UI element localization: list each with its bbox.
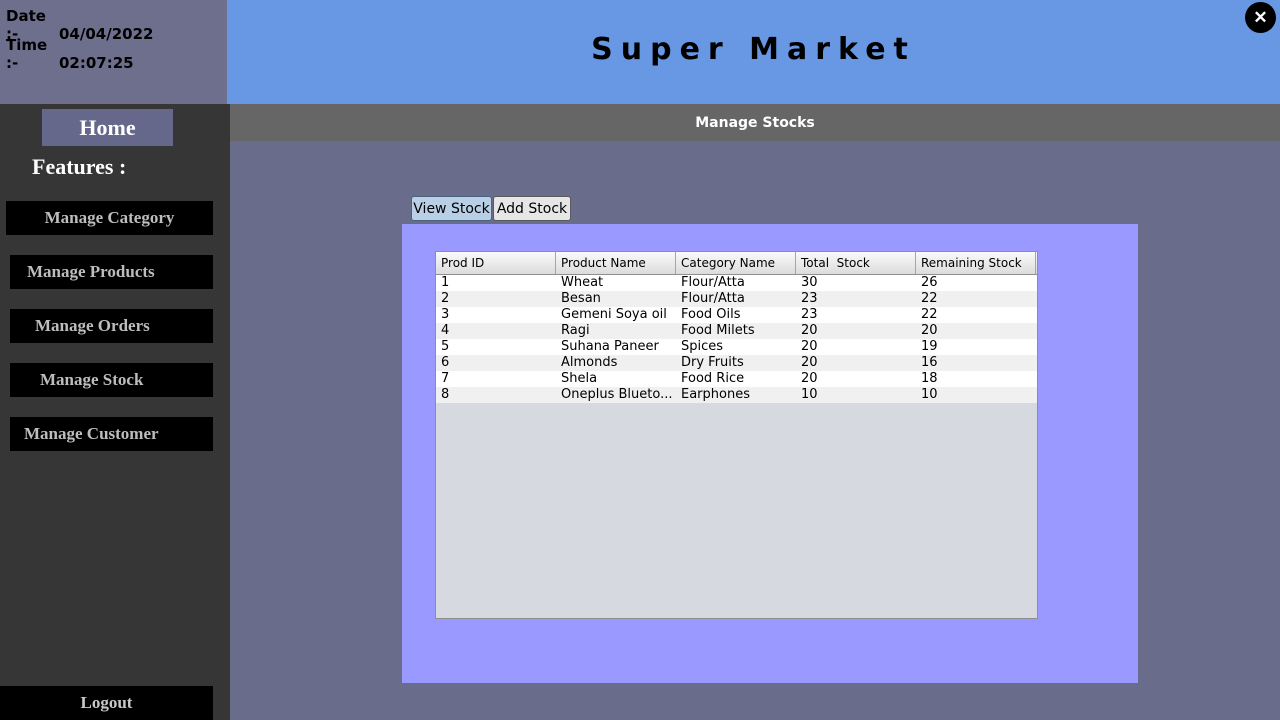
table-cell: 22 (921, 307, 938, 322)
table-cell: Flour/Atta (681, 291, 745, 306)
manage-orders-button[interactable]: Manage Orders (10, 309, 213, 343)
table-cell: Food Oils (681, 307, 741, 322)
table-cell: 30 (801, 275, 818, 290)
table-cell: 2 (441, 291, 450, 306)
column-header-category-name[interactable]: Category Name (676, 252, 796, 274)
app-title: Super Market (591, 32, 916, 67)
table-cell: Almonds (561, 355, 618, 370)
table-cell: 26 (921, 275, 938, 290)
table-row[interactable]: 1 Wheat Flour/Atta 30 26 (436, 275, 1037, 291)
tab-view-stock[interactable]: View Stock (411, 196, 492, 221)
time-value: 02:07:25 (59, 54, 134, 72)
table-cell: Gemeni Soya oil (561, 307, 667, 322)
home-button[interactable]: Home (42, 109, 173, 146)
table-cell: 20 (801, 339, 818, 354)
app-header: Super Market ✕ (227, 0, 1280, 104)
close-icon: ✕ (1253, 7, 1268, 27)
features-label: Features : (32, 154, 127, 179)
table-cell: Food Rice (681, 371, 745, 386)
table-cell: 1 (441, 275, 450, 290)
table-row[interactable]: 3 Gemeni Soya oil Food Oils 23 22 (436, 307, 1037, 323)
datetime-panel: Date :- 04/04/2022 Time :- 02:07:25 (0, 0, 227, 104)
table-cell: Suhana Paneer (561, 339, 659, 354)
column-header-product-name[interactable]: Product Name (556, 252, 676, 274)
table-row[interactable]: 6 Almonds Dry Fruits 20 16 (436, 355, 1037, 371)
logout-button[interactable]: Logout (0, 686, 213, 720)
table-header: Prod ID Product Name Category Name Total… (436, 252, 1037, 275)
sidebar: Home Features : Manage Category Manage P… (0, 104, 230, 720)
table-cell: 20 (921, 323, 938, 338)
column-header-remaining-stock[interactable]: Remaining Stock (916, 252, 1036, 274)
table-row[interactable]: 7 Shela Food Rice 20 18 (436, 371, 1037, 387)
table-cell: 8 (441, 387, 450, 402)
manage-stock-button[interactable]: Manage Stock (10, 363, 213, 397)
table-cell: 20 (801, 323, 818, 338)
table-cell: 20 (801, 355, 818, 370)
manage-customer-button[interactable]: Manage Customer (10, 417, 213, 451)
table-cell: Ragi (561, 323, 590, 338)
table-cell: 23 (801, 307, 818, 322)
close-button[interactable]: ✕ (1245, 2, 1276, 33)
table-cell: Food Milets (681, 323, 755, 338)
table-cell: 22 (921, 291, 938, 306)
table-row[interactable]: 4 Ragi Food Milets 20 20 (436, 323, 1037, 339)
table-cell: Earphones (681, 387, 750, 402)
table-row[interactable]: 2 Besan Flour/Atta 23 22 (436, 291, 1037, 307)
table-cell: 3 (441, 307, 450, 322)
tab-add-stock[interactable]: Add Stock (493, 196, 571, 221)
table-cell: Shela (561, 371, 598, 386)
manage-products-button[interactable]: Manage Products (10, 255, 213, 289)
time-line: Time :- 02:07:25 (6, 36, 134, 72)
table-cell: 10 (921, 387, 938, 402)
table-cell: Besan (561, 291, 601, 306)
table-cell: 23 (801, 291, 818, 306)
table-cell: Dry Fruits (681, 355, 744, 370)
table-row[interactable]: 5 Suhana Paneer Spices 20 19 (436, 339, 1037, 355)
time-label: Time :- (6, 36, 48, 72)
table-cell: 6 (441, 355, 450, 370)
table-cell: 20 (801, 371, 818, 386)
table-cell: Spices (681, 339, 724, 354)
table-body: 1 Wheat Flour/Atta 30 26 2 Besan Flour/A… (436, 275, 1037, 403)
table-cell: 7 (441, 371, 450, 386)
table-cell: 10 (801, 387, 818, 402)
manage-category-button[interactable]: Manage Category (6, 201, 213, 235)
page-title: Manage Stocks (230, 104, 1280, 141)
table-cell: 18 (921, 371, 938, 386)
table-cell: 5 (441, 339, 450, 354)
table-cell: 4 (441, 323, 450, 338)
table-cell: 16 (921, 355, 938, 370)
stock-table: Prod ID Product Name Category Name Total… (435, 251, 1038, 619)
column-header-total-stock[interactable]: Total Stock (796, 252, 916, 274)
table-row[interactable]: 8 Oneplus Blueto... Earphones 10 10 (436, 387, 1037, 403)
table-cell: 19 (921, 339, 938, 354)
table-cell: Oneplus Blueto... (561, 387, 673, 402)
table-cell: Flour/Atta (681, 275, 745, 290)
column-header-prod-id[interactable]: Prod ID (436, 252, 556, 274)
table-cell: Wheat (561, 275, 604, 290)
